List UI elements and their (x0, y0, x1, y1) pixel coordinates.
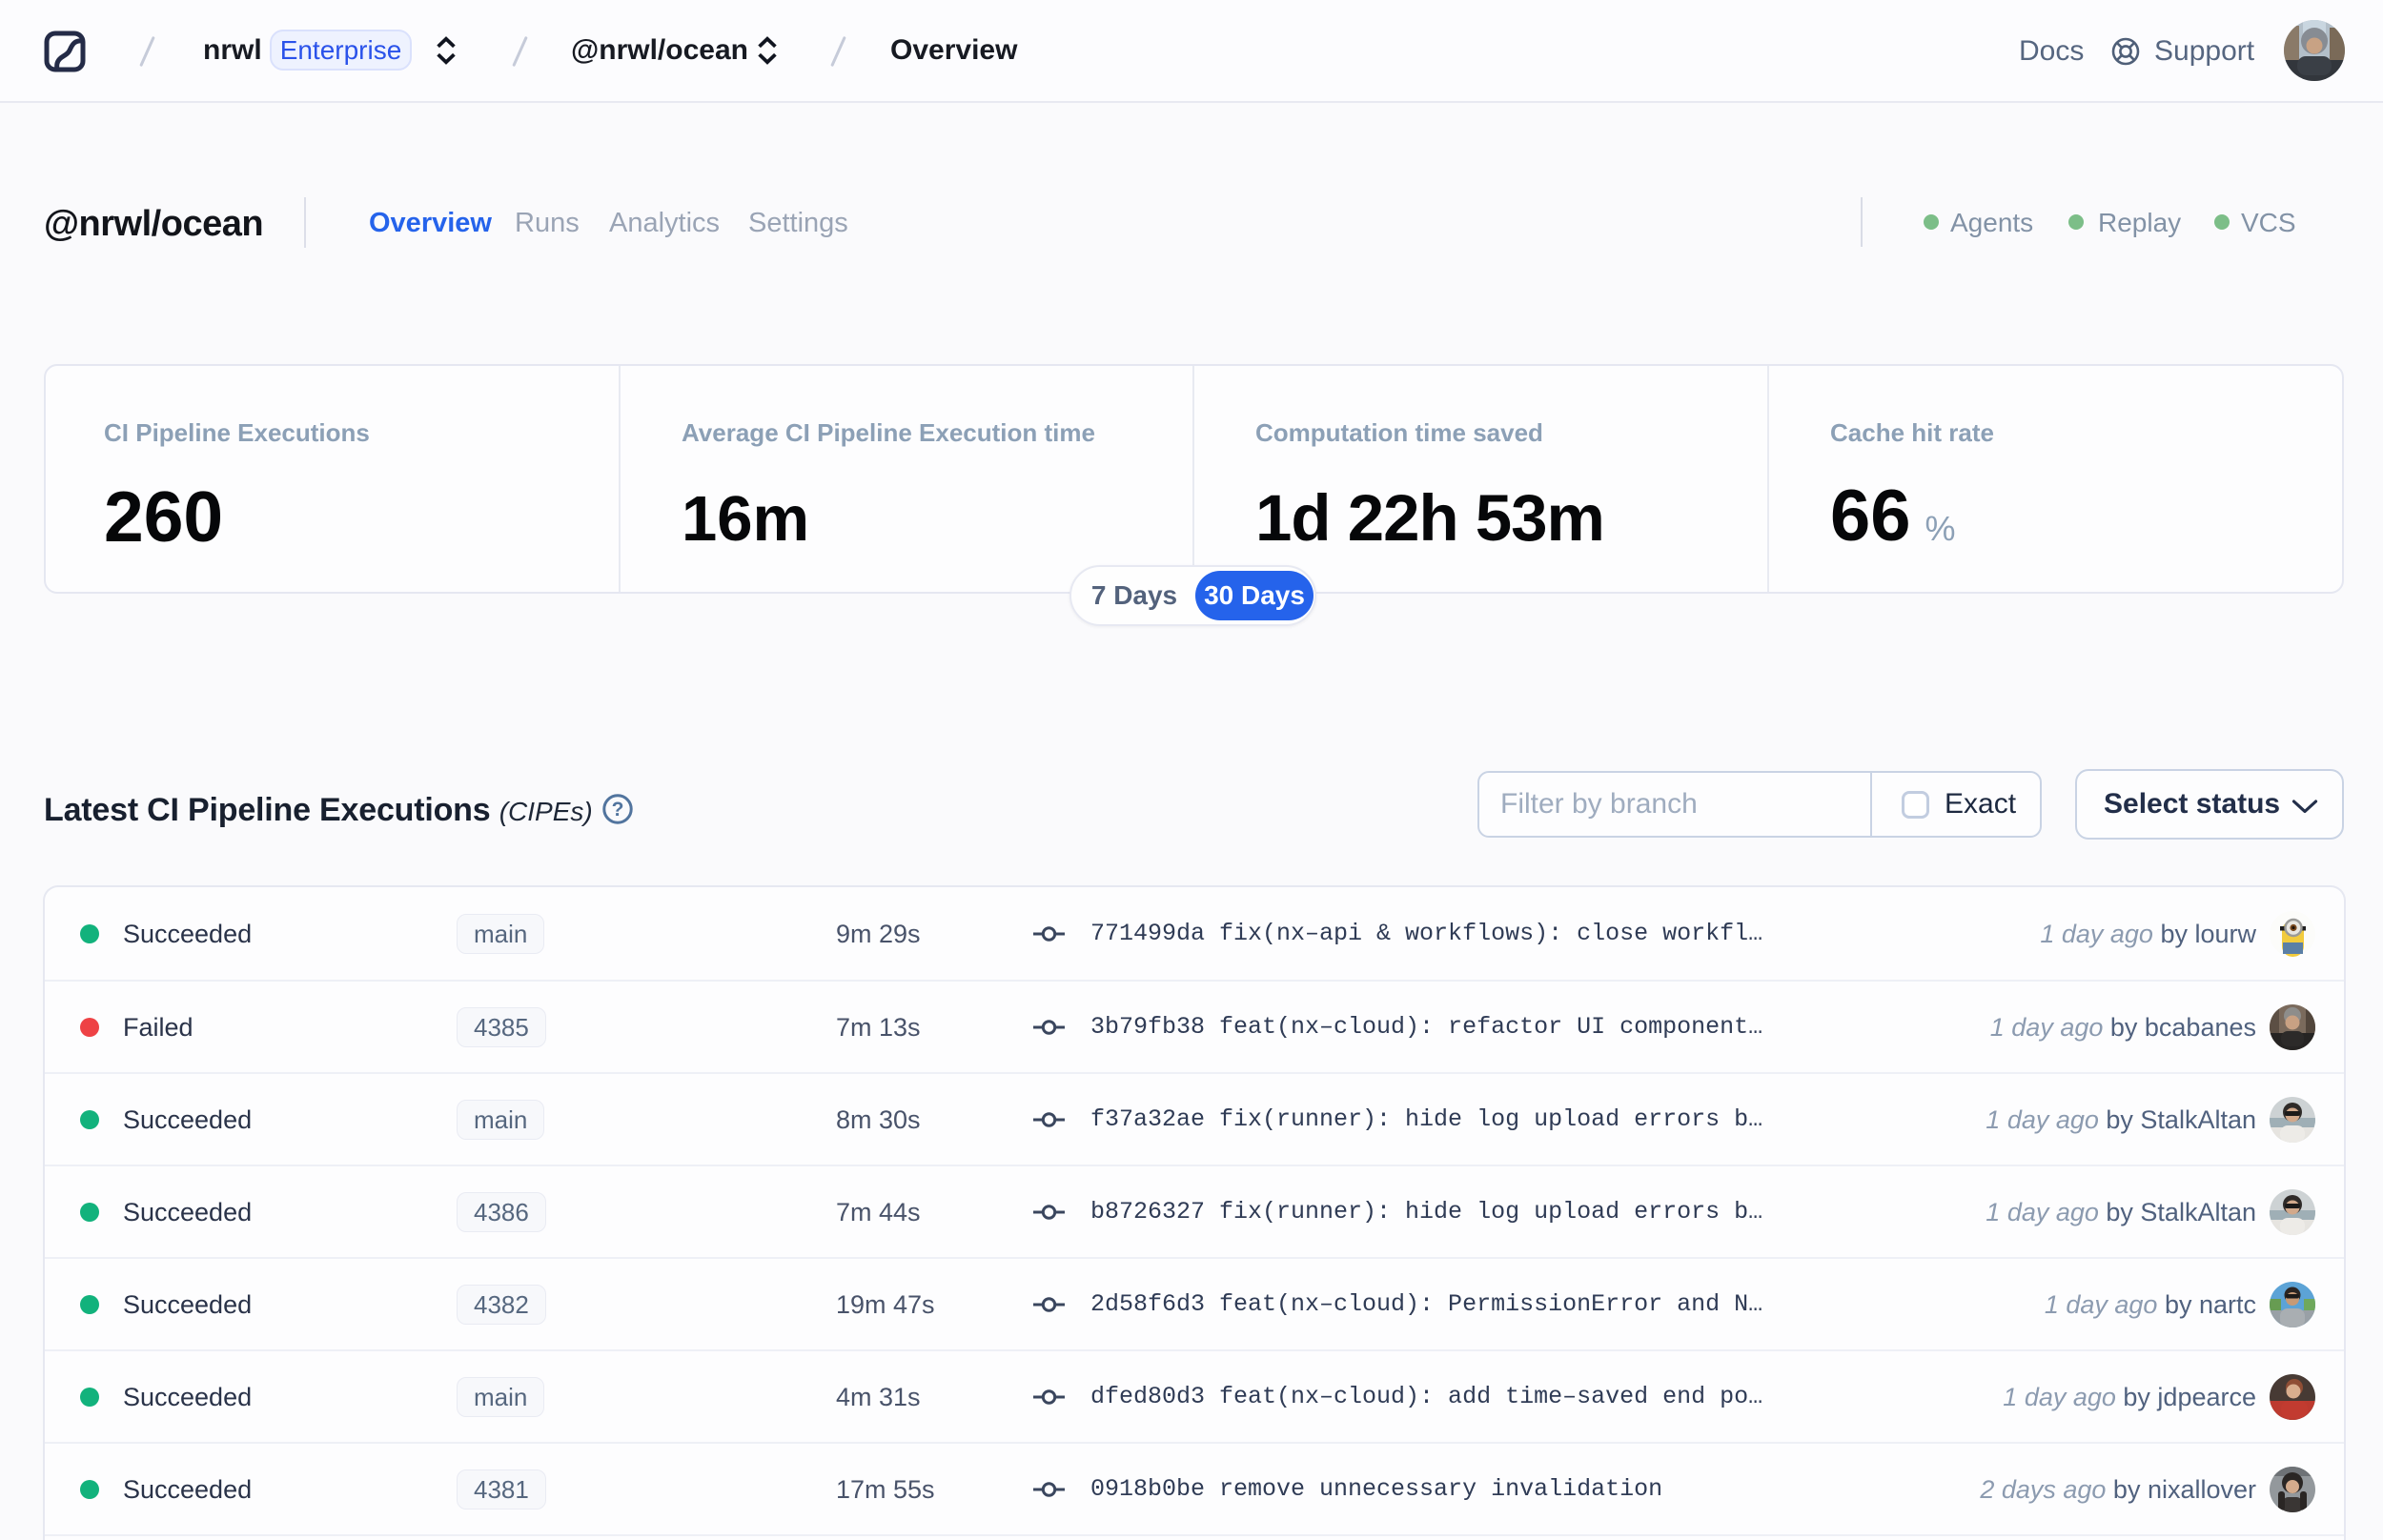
svg-text:?: ? (612, 799, 624, 821)
